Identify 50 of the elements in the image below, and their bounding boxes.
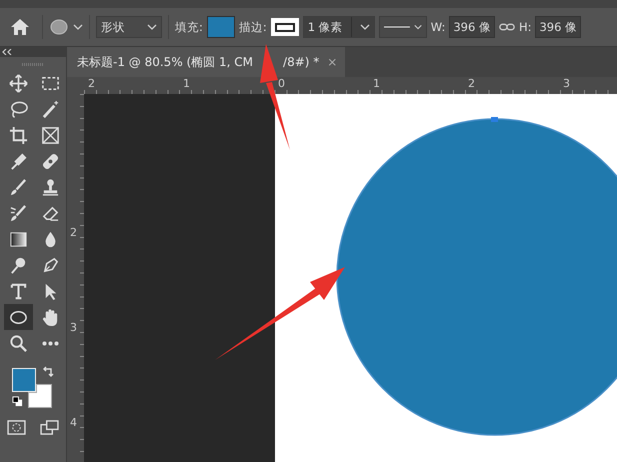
line-style-dropdown[interactable] bbox=[378, 16, 427, 38]
screen-mode-icon[interactable] bbox=[40, 420, 59, 435]
ruler-label: 1 bbox=[373, 77, 380, 91]
stamp-icon bbox=[40, 178, 60, 196]
quick-mask-icon[interactable] bbox=[7, 420, 26, 435]
move-icon bbox=[8, 74, 28, 92]
document-tab[interactable]: 未标题-1 @ 80.5% (椭圆 1, CM /8#) * × bbox=[67, 47, 346, 77]
stroke-swatch[interactable] bbox=[270, 18, 299, 36]
ruler-label: 1 bbox=[183, 77, 190, 91]
zoom-icon bbox=[8, 334, 28, 352]
hand-icon bbox=[40, 308, 60, 326]
stroke-label: 描边: bbox=[238, 20, 267, 34]
gradient-icon bbox=[8, 230, 28, 248]
history-brush-icon bbox=[8, 204, 28, 222]
mode-dropdown[interactable]: 形状 bbox=[96, 16, 162, 38]
lasso-icon bbox=[8, 100, 28, 118]
ruler-label: 3 bbox=[70, 321, 77, 335]
foreground-color-swatch[interactable] bbox=[12, 368, 36, 392]
more-icon bbox=[42, 340, 58, 346]
ruler-label: 2 bbox=[70, 226, 77, 240]
width-field[interactable]: 396 像 bbox=[449, 16, 495, 38]
width-label: W: bbox=[430, 20, 446, 34]
eyedropper-icon bbox=[8, 152, 28, 170]
ruler-label: 2 bbox=[468, 77, 475, 91]
brush-icon bbox=[8, 178, 28, 196]
stroke-width-dropdown[interactable]: 1 像素 bbox=[302, 16, 375, 38]
panel-grip bbox=[22, 63, 44, 66]
height-field[interactable]: 396 像 bbox=[535, 16, 582, 38]
ruler-label: 2 bbox=[88, 77, 95, 91]
ruler-label: 0 bbox=[278, 77, 285, 91]
ellipse-tool-icon[interactable] bbox=[49, 19, 69, 35]
height-label: H: bbox=[518, 20, 532, 34]
frame-icon bbox=[40, 126, 60, 144]
caret-icon[interactable] bbox=[73, 24, 83, 30]
caret-icon bbox=[414, 24, 422, 30]
crop-icon bbox=[8, 126, 28, 144]
fill-label: 填充: bbox=[175, 20, 203, 34]
default-colors-icon[interactable] bbox=[12, 396, 23, 407]
home-icon[interactable] bbox=[10, 18, 30, 36]
caret-icon bbox=[147, 24, 157, 30]
link-icon[interactable] bbox=[498, 22, 515, 32]
swap-colors-icon[interactable] bbox=[42, 366, 54, 378]
caret-icon bbox=[360, 24, 370, 30]
ruler-label: 4 bbox=[70, 416, 77, 430]
ruler-label: 3 bbox=[563, 77, 570, 91]
wand-icon bbox=[40, 100, 60, 118]
fill-swatch[interactable] bbox=[206, 16, 235, 38]
ellipse-tool-button[interactable] bbox=[4, 304, 32, 330]
collapse-icon[interactable] bbox=[2, 49, 12, 55]
type-icon bbox=[8, 282, 28, 300]
